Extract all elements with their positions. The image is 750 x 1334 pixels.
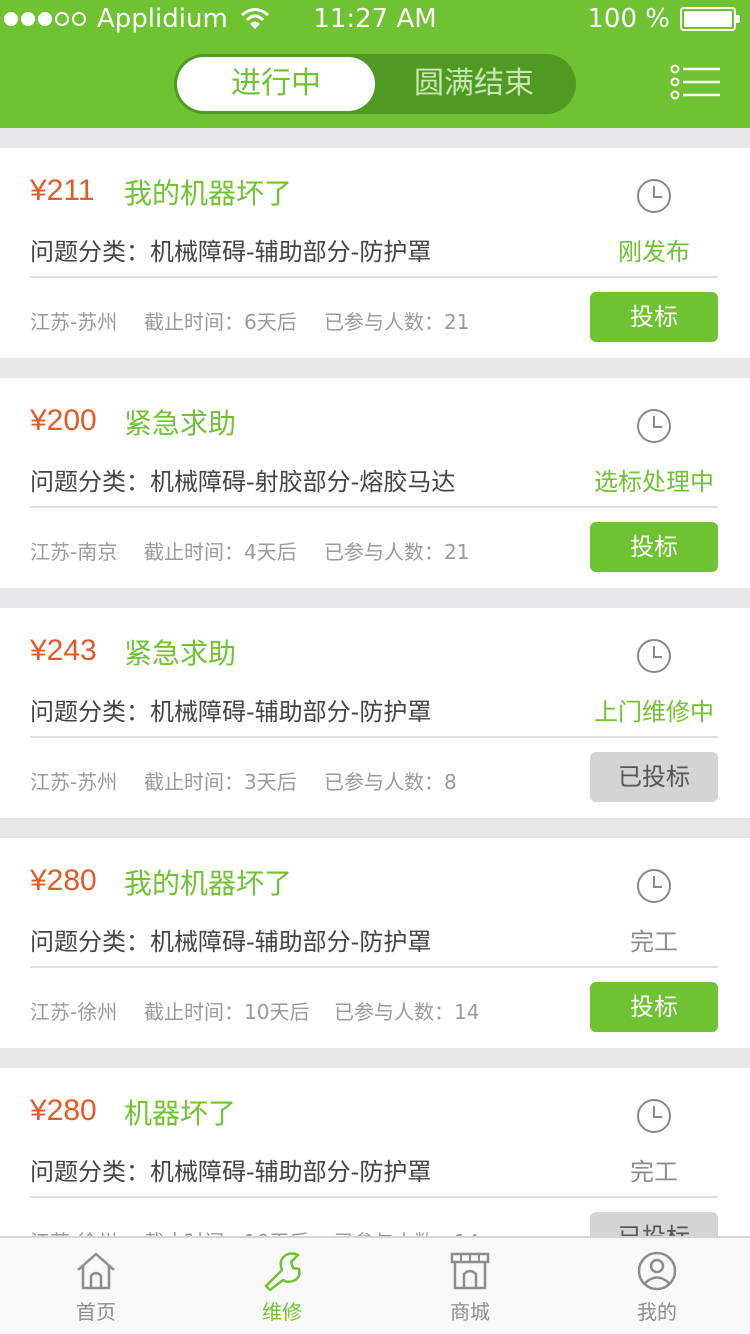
- deadline: 截止时间：3天后: [144, 770, 297, 794]
- tab-repair-label: 维修: [262, 1300, 302, 1324]
- reward-price: ¥211: [30, 174, 95, 207]
- problem-category: 问题分类：机械障碍-射胶部分-熔胶马达: [30, 468, 456, 496]
- participant-count: 已参与人数：8: [324, 770, 457, 794]
- request-title: 紧急求助: [124, 407, 237, 440]
- tab-mine-label: 我的: [637, 1300, 677, 1324]
- status-bar: Applidium 11:27 AM 100 %: [0, 0, 750, 40]
- problem-category: 问题分类：机械障碍-辅助部分-防护罩: [30, 238, 432, 266]
- problem-category: 问题分类：机械障碍-辅助部分-防护罩: [30, 1158, 432, 1186]
- tab-mall-label: 商城: [450, 1300, 490, 1324]
- divider: [30, 1196, 718, 1198]
- request-title: 紧急求助: [124, 637, 237, 670]
- request-title: 我的机器坏了: [124, 867, 293, 900]
- location: 江苏-南京: [30, 540, 118, 564]
- problem-category: 问题分类：机械障碍-辅助部分-防护罩: [30, 928, 432, 956]
- deadline: 截止时间：6天后: [144, 310, 297, 334]
- bottom-tab-bar: 首页 维修 商城 我的: [0, 1236, 750, 1334]
- participant-count: 已参与人数：14: [334, 1000, 480, 1024]
- location: 江苏-苏州: [30, 770, 118, 794]
- request-title: 机器坏了: [124, 1097, 237, 1130]
- bid-submitted-button[interactable]: 已投标: [590, 752, 718, 802]
- problem-category: 问题分类：机械障碍-辅助部分-防护罩: [30, 698, 432, 726]
- status-segmented-control: 进行中 圆满结束: [174, 54, 576, 114]
- home-icon: [77, 1252, 115, 1290]
- bid-button[interactable]: 投标: [590, 522, 718, 572]
- tab-home-label: 首页: [76, 1300, 116, 1324]
- app-header: Applidium 11:27 AM 100 % 进行中 圆满结束: [0, 0, 750, 128]
- request-status: 刚发布: [618, 238, 690, 266]
- divider: [30, 506, 718, 508]
- tab-completed[interactable]: 圆满结束: [375, 57, 573, 111]
- tab-home[interactable]: 首页: [46, 1250, 146, 1325]
- reward-price: ¥200: [30, 404, 97, 437]
- location: 江苏-苏州: [30, 310, 118, 334]
- request-title: 我的机器坏了: [124, 177, 293, 210]
- participant-count: 已参与人数：21: [324, 310, 470, 334]
- reward-price: ¥280: [30, 864, 97, 897]
- participant-count: 已参与人数：21: [324, 540, 470, 564]
- reward-price: ¥280: [30, 1094, 97, 1127]
- request-card[interactable]: ¥280 我的机器坏了 问题分类：机械障碍-辅助部分-防护罩 完工 江苏-徐州 …: [0, 838, 750, 1048]
- store-icon: [450, 1252, 490, 1290]
- request-status: 上门维修中: [594, 698, 714, 726]
- clock-icon: [637, 639, 671, 673]
- divider: [30, 966, 718, 968]
- deadline: 截止时间：10天后: [144, 1000, 310, 1024]
- request-status: 完工: [630, 928, 678, 956]
- clock-icon: [637, 409, 671, 443]
- battery-percent: 100 %: [587, 4, 670, 34]
- deadline: 截止时间：4天后: [144, 540, 297, 564]
- clock-icon: [637, 869, 671, 903]
- bid-button[interactable]: 投标: [590, 292, 718, 342]
- request-card[interactable]: ¥211 我的机器坏了 问题分类：机械障碍-辅助部分-防护罩 刚发布 江苏-苏州…: [0, 148, 750, 358]
- profile-icon: [637, 1251, 677, 1291]
- divider: [30, 736, 718, 738]
- battery-icon: [680, 7, 740, 31]
- request-card[interactable]: ¥200 紧急求助 问题分类：机械障碍-射胶部分-熔胶马达 选标处理中 江苏-南…: [0, 378, 750, 588]
- tab-mall[interactable]: 商城: [420, 1250, 520, 1325]
- battery-group: 100 %: [587, 4, 740, 34]
- request-status: 选标处理中: [594, 468, 714, 496]
- wrench-icon: [264, 1252, 301, 1292]
- divider: [30, 276, 718, 278]
- tab-repair[interactable]: 维修: [232, 1250, 332, 1325]
- reward-price: ¥243: [30, 634, 97, 667]
- tab-mine[interactable]: 我的: [607, 1250, 707, 1325]
- location: 江苏-徐州: [30, 1000, 118, 1024]
- request-status: 完工: [630, 1158, 678, 1186]
- tab-in-progress[interactable]: 进行中: [177, 57, 375, 111]
- clock-icon: [637, 1099, 671, 1133]
- list-menu-icon[interactable]: [670, 64, 722, 104]
- bid-button[interactable]: 投标: [590, 982, 718, 1032]
- clock-icon: [637, 179, 671, 213]
- request-card[interactable]: ¥243 紧急求助 问题分类：机械障碍-辅助部分-防护罩 上门维修中 江苏-苏州…: [0, 608, 750, 818]
